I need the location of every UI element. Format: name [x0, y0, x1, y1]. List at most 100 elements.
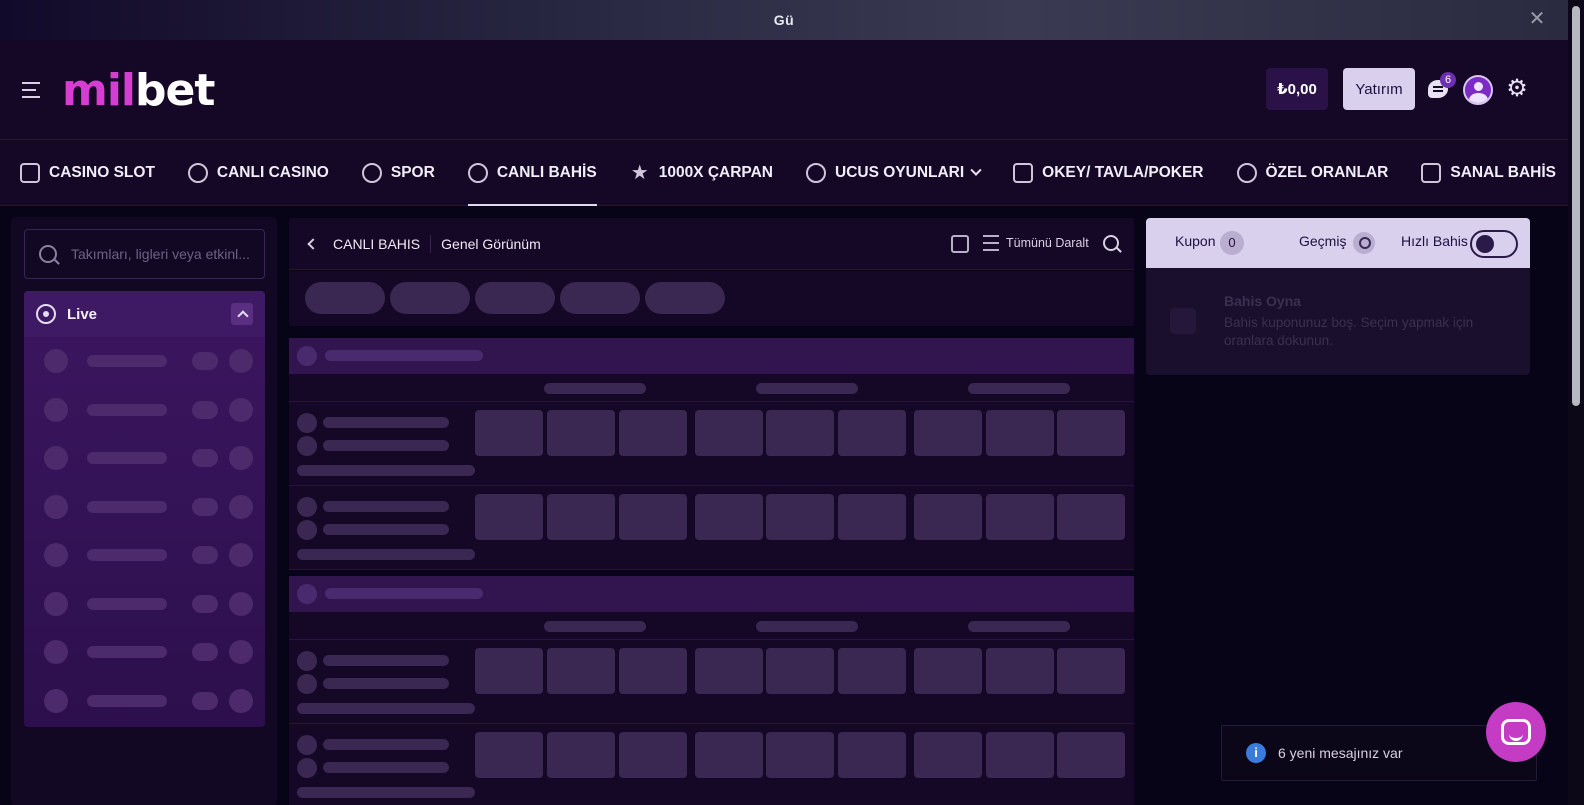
quick-bet-toggle[interactable]	[1470, 230, 1518, 258]
league-header[interactable]	[289, 338, 1134, 374]
bomb-icon	[806, 162, 826, 183]
odds-button[interactable]	[695, 732, 763, 778]
odds-button[interactable]	[695, 648, 763, 694]
odds-button[interactable]	[914, 732, 982, 778]
coupon-icon	[1170, 308, 1196, 334]
odds-button[interactable]	[547, 732, 615, 778]
tab-coupon[interactable]: Kupon	[1175, 233, 1215, 249]
filter-pill-skeleton	[475, 282, 555, 314]
nav-item-sanal-bahis[interactable]: SANAL BAHİS	[1421, 140, 1556, 206]
odds-button[interactable]	[547, 410, 615, 456]
banner-text: Gü	[773, 12, 795, 28]
odds-button[interactable]	[547, 494, 615, 540]
star-icon: ★	[630, 161, 649, 184]
list-item	[24, 337, 265, 386]
info-icon: i	[1246, 743, 1266, 763]
calendar-icon[interactable]	[951, 235, 969, 253]
left-sidebar: Live	[11, 217, 277, 805]
odds-button[interactable]	[986, 494, 1054, 540]
breadcrumb-live-betting[interactable]: CANLI BAHIS	[333, 236, 420, 252]
collapse-all-button[interactable]: Tümünü Daralt	[1006, 236, 1089, 250]
search-box[interactable]	[24, 229, 265, 279]
filter-pill-skeleton	[560, 282, 640, 314]
odds-button[interactable]	[547, 648, 615, 694]
live-panel: Live	[24, 291, 265, 727]
odds-button[interactable]	[1057, 410, 1125, 456]
search-input[interactable]	[71, 246, 261, 262]
odds-button[interactable]	[766, 410, 834, 456]
page: Gü ✕ milbet ₺0,00 Yatırım 6 ⚙ CASINO SLO…	[0, 0, 1584, 805]
live-chat-button[interactable]	[1486, 702, 1546, 762]
messages-icon[interactable]: 6	[1428, 72, 1456, 102]
avatar[interactable]	[1463, 75, 1493, 105]
nav-item-casino-slot[interactable]: CASINO SLOT	[20, 140, 155, 206]
search-icon[interactable]	[1103, 235, 1119, 251]
odds-button[interactable]	[838, 648, 906, 694]
header: milbet ₺0,00 Yatırım 6 ⚙	[0, 40, 1568, 140]
odds-button[interactable]	[619, 648, 687, 694]
empty-title: Bahis Oyna	[1224, 293, 1302, 309]
odds-button[interactable]	[1057, 732, 1125, 778]
nav-item-canli-bahis[interactable]: CANLI BAHİS	[467, 140, 597, 206]
odds-button[interactable]	[619, 494, 687, 540]
filter-pill-skeleton	[305, 282, 385, 314]
odds-button[interactable]	[986, 732, 1054, 778]
logo[interactable]: milbet	[62, 65, 215, 116]
odds-button[interactable]	[838, 410, 906, 456]
coupon-tabs: Kupon 0 Geçmiş Hızlı Bahis	[1146, 218, 1530, 268]
odds-button[interactable]	[914, 410, 982, 456]
odds-button[interactable]	[475, 732, 543, 778]
menu-icon[interactable]	[22, 82, 42, 98]
odds-button[interactable]	[695, 494, 763, 540]
breadcrumb-overview[interactable]: Genel Görünüm	[441, 236, 541, 252]
tab-history[interactable]: Geçmiş	[1299, 233, 1346, 249]
table-row[interactable]	[289, 640, 1134, 724]
odds-button[interactable]	[766, 732, 834, 778]
odds-button[interactable]	[766, 648, 834, 694]
chevron-up-icon[interactable]	[231, 303, 253, 325]
odds-button[interactable]	[986, 648, 1054, 694]
odds-button[interactable]	[475, 410, 543, 456]
table-row[interactable]	[289, 402, 1134, 486]
close-icon[interactable]: ✕	[1528, 9, 1546, 29]
nav-item-ozel-oranlar[interactable]: ÖZEL ORANLAR	[1236, 140, 1388, 206]
league-header[interactable]	[289, 576, 1134, 612]
odds-button[interactable]	[914, 494, 982, 540]
table-row[interactable]	[289, 486, 1134, 570]
collapse-list-icon[interactable]	[983, 235, 999, 251]
nav-item-canli-casino[interactable]: CANLI CASINO	[187, 140, 329, 206]
chevron-down-icon	[970, 164, 982, 176]
balance-display[interactable]: ₺0,00	[1266, 68, 1328, 110]
filter-pill-skeleton	[645, 282, 725, 314]
back-icon[interactable]	[307, 237, 319, 250]
main-content: CANLI BAHIS Genel Görünüm Tümünü Daralt	[289, 218, 1134, 805]
live-icon	[36, 304, 56, 324]
gear-icon[interactable]: ⚙	[1506, 77, 1528, 101]
cards-icon	[1013, 162, 1034, 183]
odds-button[interactable]	[838, 732, 906, 778]
live-header[interactable]: Live	[24, 291, 265, 337]
chat-icon	[1501, 719, 1531, 745]
odds-button[interactable]	[986, 410, 1054, 456]
odds-button[interactable]	[766, 494, 834, 540]
odds-button[interactable]	[1057, 648, 1125, 694]
odds-button[interactable]	[619, 732, 687, 778]
list-item	[24, 386, 265, 435]
history-icon	[1353, 232, 1375, 254]
odds-button[interactable]	[838, 494, 906, 540]
tab-quick-bet[interactable]: Hızlı Bahis	[1401, 233, 1468, 249]
nav-item-1000x-carpan[interactable]: ★ 1000X ÇARPAN	[630, 140, 773, 206]
nav-item-okey-tavla-poker[interactable]: OKEY/ TAVLA/POKER	[1013, 140, 1204, 206]
odds-button[interactable]	[475, 648, 543, 694]
table-row[interactable]	[289, 724, 1134, 805]
odds-button[interactable]	[475, 494, 543, 540]
nav-item-spor[interactable]: SPOR	[361, 140, 435, 206]
scrollbar[interactable]	[1568, 0, 1584, 805]
odds-button[interactable]	[619, 410, 687, 456]
odds-button[interactable]	[695, 410, 763, 456]
list-item	[24, 628, 265, 677]
deposit-button[interactable]: Yatırım	[1343, 68, 1415, 110]
nav-item-ucus-oyunlari[interactable]: UCUS OYUNLARI	[806, 140, 982, 206]
odds-button[interactable]	[1057, 494, 1125, 540]
odds-button[interactable]	[914, 648, 982, 694]
